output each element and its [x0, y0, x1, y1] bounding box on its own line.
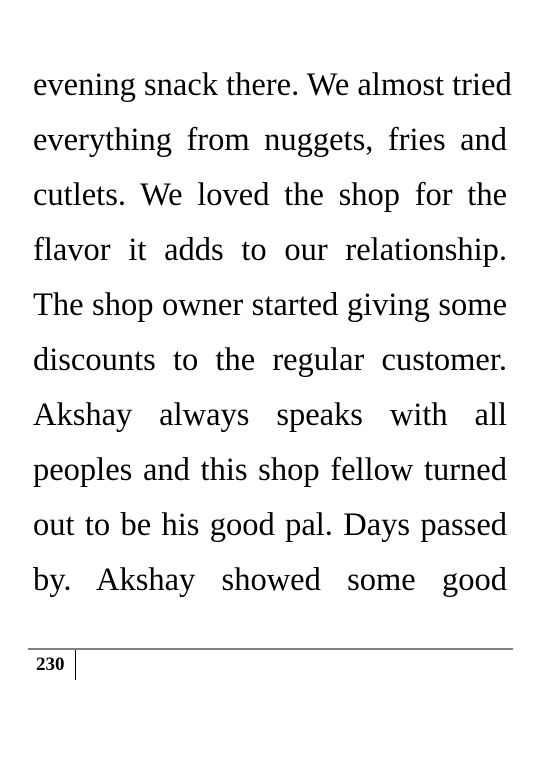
text-line: cutlets. We loved the shop for the: [33, 177, 507, 213]
text-line: out to be his good pal. Days passed: [33, 507, 507, 543]
text-line: The shop owner started giving some: [33, 287, 507, 323]
text-line: by. Akshay showed some good: [33, 562, 507, 598]
text-line: discounts to the regular customer.: [33, 342, 507, 378]
text-line: Akshay always speaks with all: [33, 397, 507, 433]
page-number-divider: [75, 650, 76, 680]
text-line: everything from nuggets, fries and: [33, 122, 507, 158]
text-line: evening snack there. We almost tried: [33, 67, 512, 103]
text-line: peoples and this shop fellow turned: [33, 452, 507, 488]
text-line: flavor it adds to our relationship.: [33, 232, 507, 268]
page-number: 230: [36, 654, 65, 675]
footer-rule: [28, 648, 513, 650]
